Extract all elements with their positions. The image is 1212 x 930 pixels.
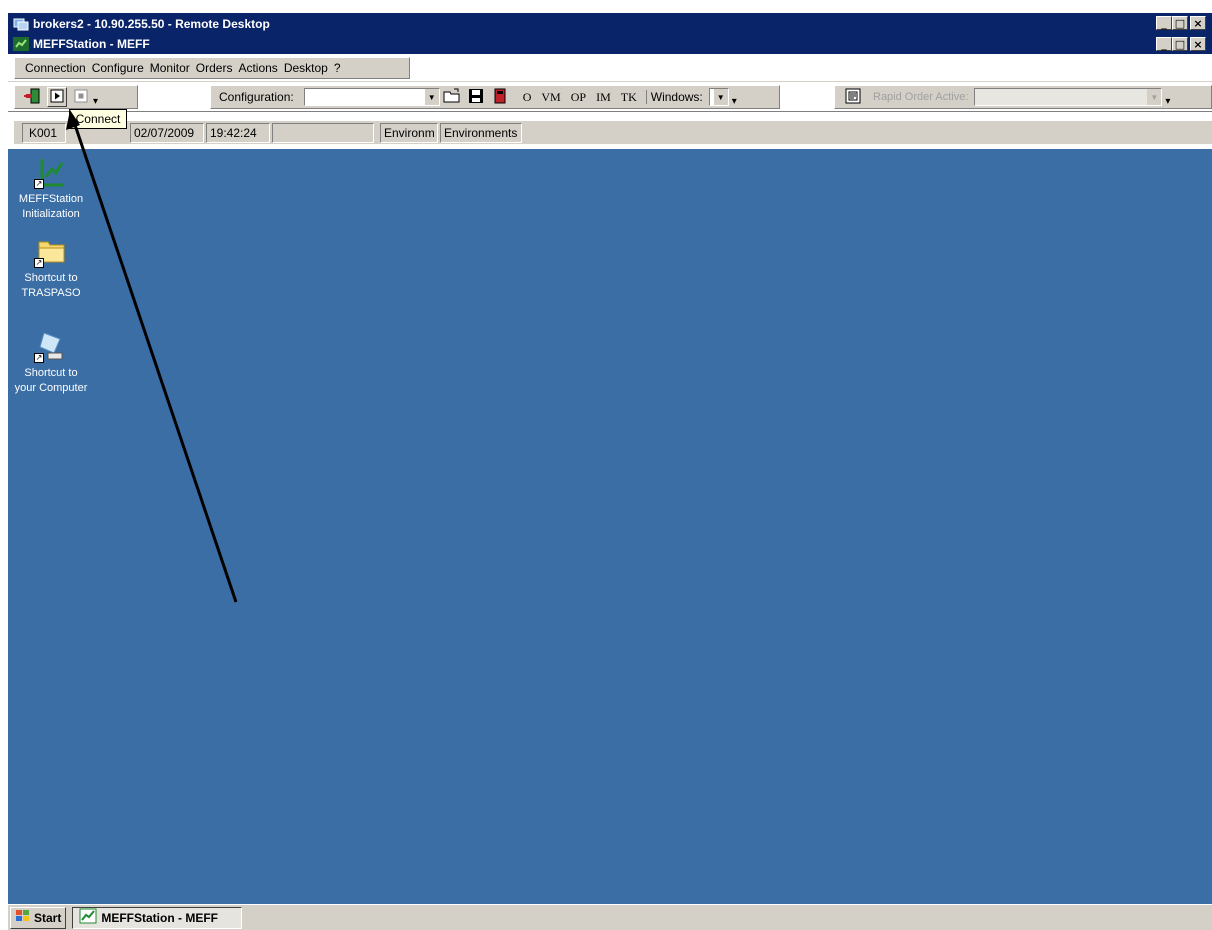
toolbar-overflow-icon[interactable]: ▾ <box>732 96 737 107</box>
menu-actions[interactable]: Actions <box>238 61 277 75</box>
taskbar: Start MEFFStation - MEFF <box>8 904 1212 930</box>
taskbar-item-label: MEFFStation - MEFF <box>101 910 218 925</box>
close-icon: × <box>1193 16 1203 30</box>
meffstation-app-icon <box>13 37 29 51</box>
desktop-icon-traspaso[interactable]: ↗ Shortcut to TRASPASO <box>8 234 96 301</box>
menu-group: Connection Configure Monitor Orders Acti… <box>14 57 410 79</box>
start-label: Start <box>34 910 62 925</box>
play-icon <box>50 89 64 106</box>
start-button[interactable]: Start <box>10 906 67 929</box>
toolbar-overflow-icon[interactable]: ▾ <box>93 96 98 107</box>
folder-icon: ↗ <box>34 234 68 268</box>
desktop-icon-label: Shortcut to <box>24 272 78 284</box>
status-group: K001 02/07/2009 19:42:24 Environm Enviro… <box>14 120 1212 144</box>
connect-button[interactable] <box>47 87 67 107</box>
rapid-order-button[interactable] <box>843 87 863 107</box>
toolbar: ▾ Configuration: ▼ O VM OP IM TK Windows… <box>8 82 1212 112</box>
save-icon <box>468 88 484 107</box>
status-user: K001 <box>22 122 66 143</box>
close-button[interactable]: × <box>1190 16 1206 30</box>
minimize-icon: _ <box>1161 37 1167 51</box>
shortcut-arrow-icon: ↗ <box>34 353 44 363</box>
maximize-icon: □ <box>1174 37 1186 51</box>
app-titlebar[interactable]: MEFFStation - MEFF _ □ × <box>8 34 1212 54</box>
remote-desktop-screen: brokers2 - 10.90.255.50 - Remote Desktop… <box>8 13 1212 930</box>
remote-desktop-icon <box>13 17 29 31</box>
connect-tooltip: Connect <box>69 109 127 129</box>
chevron-down-icon[interactable]: ▼ <box>1147 89 1162 105</box>
desktop-icon-label: Shortcut to <box>24 367 78 379</box>
minimize-button[interactable]: _ <box>1156 16 1172 30</box>
app-minimize-button[interactable]: _ <box>1156 37 1172 51</box>
rapid-order-label: Rapid Order Active: <box>873 91 969 103</box>
windows-label: Windows: <box>645 90 703 104</box>
status-environments: Environments <box>440 122 522 143</box>
desktop-icon-label: Initialization <box>22 208 80 220</box>
menu-desktop[interactable]: Desktop <box>284 61 328 75</box>
toolbar-overflow-icon[interactable]: ▾ <box>1165 96 1170 107</box>
meffstation-app-icon <box>79 908 97 927</box>
app-title: MEFFStation - MEFF <box>33 37 150 51</box>
status-empty <box>272 122 374 143</box>
disconnect-button[interactable] <box>71 87 91 107</box>
rapid-order-select[interactable]: ▼ <box>974 88 1163 106</box>
windows-logo-icon <box>15 909 31 926</box>
menu-monitor[interactable]: Monitor <box>150 61 190 75</box>
close-icon: × <box>1193 37 1203 51</box>
open-config-button[interactable] <box>442 87 462 107</box>
rapid-order-toolbar: Rapid Order Active: ▼ ▾ <box>834 85 1212 109</box>
desktop-icon-label: TRASPASO <box>21 287 81 299</box>
remote-desktop-title: brokers2 - 10.90.255.50 - Remote Desktop <box>33 16 270 31</box>
shortcut-arrow-icon: ↗ <box>34 179 44 189</box>
desktop-icon-your-computer[interactable]: ↗ Shortcut to your Computer <box>8 329 96 396</box>
app-maximize-button[interactable]: □ <box>1172 37 1188 51</box>
maximize-icon: □ <box>1174 16 1186 30</box>
menu-connection[interactable]: Connection <box>25 61 86 75</box>
exit-door-icon <box>24 87 42 108</box>
delete-config-button[interactable] <box>490 87 510 107</box>
save-config-button[interactable] <box>466 87 486 107</box>
status-bar: K001 02/07/2009 19:42:24 Environm Enviro… <box>8 112 1212 149</box>
red-box-icon <box>494 88 506 107</box>
tool-vm-button[interactable]: VM <box>541 90 560 105</box>
exit-button[interactable] <box>23 87 43 107</box>
tool-tk-button[interactable]: TK <box>621 90 637 105</box>
tool-im-button[interactable]: IM <box>596 90 611 105</box>
maximize-button[interactable]: □ <box>1172 16 1188 30</box>
document-icon <box>845 88 861 107</box>
shortcut-arrow-icon: ↗ <box>34 258 44 268</box>
stop-icon <box>74 89 88 106</box>
menu-orders[interactable]: Orders <box>196 61 233 75</box>
menu-help[interactable]: ? <box>334 61 341 75</box>
desktop-icon-meffstation-initialization[interactable]: ↗ MEFFStation Initialization <box>8 155 96 222</box>
remote-desktop-titlebar[interactable]: brokers2 - 10.90.255.50 - Remote Desktop… <box>8 13 1212 34</box>
open-folder-icon <box>443 88 461 107</box>
chevron-down-icon[interactable]: ▼ <box>424 89 439 105</box>
taskbar-item-meffstation[interactable]: MEFFStation - MEFF <box>72 906 243 929</box>
windows-select[interactable]: ▼ <box>708 88 729 106</box>
meffstation-icon: ↗ <box>34 155 68 189</box>
tool-op-button[interactable]: OP <box>571 90 586 105</box>
app-close-button[interactable]: × <box>1190 37 1206 51</box>
configuration-toolbar: Configuration: ▼ O VM OP IM TK Windows: … <box>210 85 780 109</box>
desktop-icon-label: MEFFStation <box>18 193 84 205</box>
chevron-down-icon[interactable]: ▼ <box>713 89 728 105</box>
computer-icon: ↗ <box>34 329 68 363</box>
connection-toolbar: ▾ <box>14 85 138 109</box>
desktop-icon-label: your Computer <box>14 382 88 394</box>
minimize-icon: _ <box>1161 16 1167 30</box>
configuration-select[interactable]: ▼ <box>303 88 440 106</box>
menu-configure[interactable]: Configure <box>92 61 144 75</box>
menu-bar: Connection Configure Monitor Orders Acti… <box>8 54 1212 82</box>
tool-o-button[interactable]: O <box>523 90 532 105</box>
configuration-label: Configuration: <box>219 90 294 104</box>
status-date: 02/07/2009 <box>130 122 204 143</box>
status-time: 19:42:24 <box>206 122 270 143</box>
status-environment: Environm <box>380 122 438 143</box>
